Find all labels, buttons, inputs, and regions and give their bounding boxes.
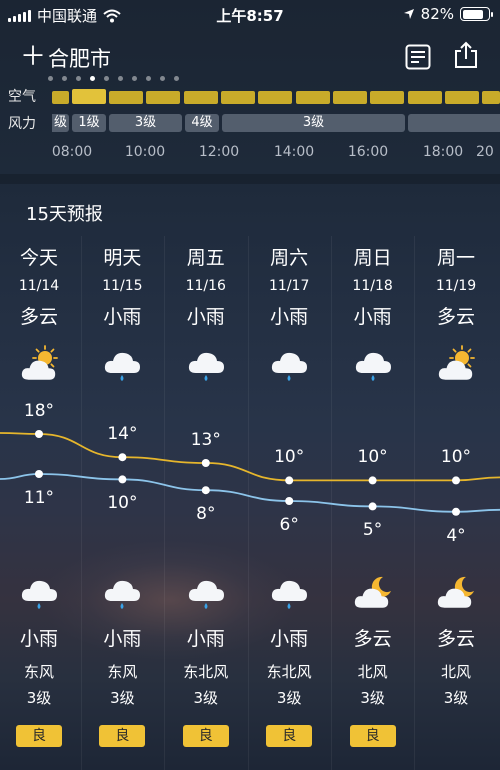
high-temp-point	[285, 476, 294, 485]
low-temp-label: 10°	[107, 493, 138, 514]
low-temp-point	[201, 486, 210, 495]
high-temp-label: 18°	[23, 401, 55, 421]
high-temp-label: 14°	[107, 424, 138, 445]
high-temp-label: 10°	[440, 447, 472, 468]
high-temp-line	[0, 432, 500, 482]
low-temp-label: 5°	[362, 520, 383, 541]
low-temp-point	[368, 502, 377, 511]
high-temp-label: 13°	[190, 430, 221, 450]
high-temp-point	[118, 453, 127, 462]
low-temp-label: 11°	[23, 488, 55, 508]
low-temp-point	[35, 470, 43, 478]
temperature-chart	[0, 430, 500, 516]
low-temp-point	[452, 507, 460, 516]
high-temp-label: 10°	[357, 447, 388, 468]
high-temp-label: 10°	[274, 447, 305, 468]
low-temp-point	[118, 475, 127, 484]
low-temp-label: 6°	[279, 515, 299, 535]
low-temp-point	[285, 497, 294, 505]
high-temp-point	[35, 430, 43, 438]
low-temp-label: 4°	[446, 525, 466, 546]
high-temp-point	[201, 459, 210, 467]
low-temp-label: 8°	[196, 504, 216, 525]
high-temp-point	[368, 476, 377, 485]
high-temp-point	[452, 476, 460, 485]
